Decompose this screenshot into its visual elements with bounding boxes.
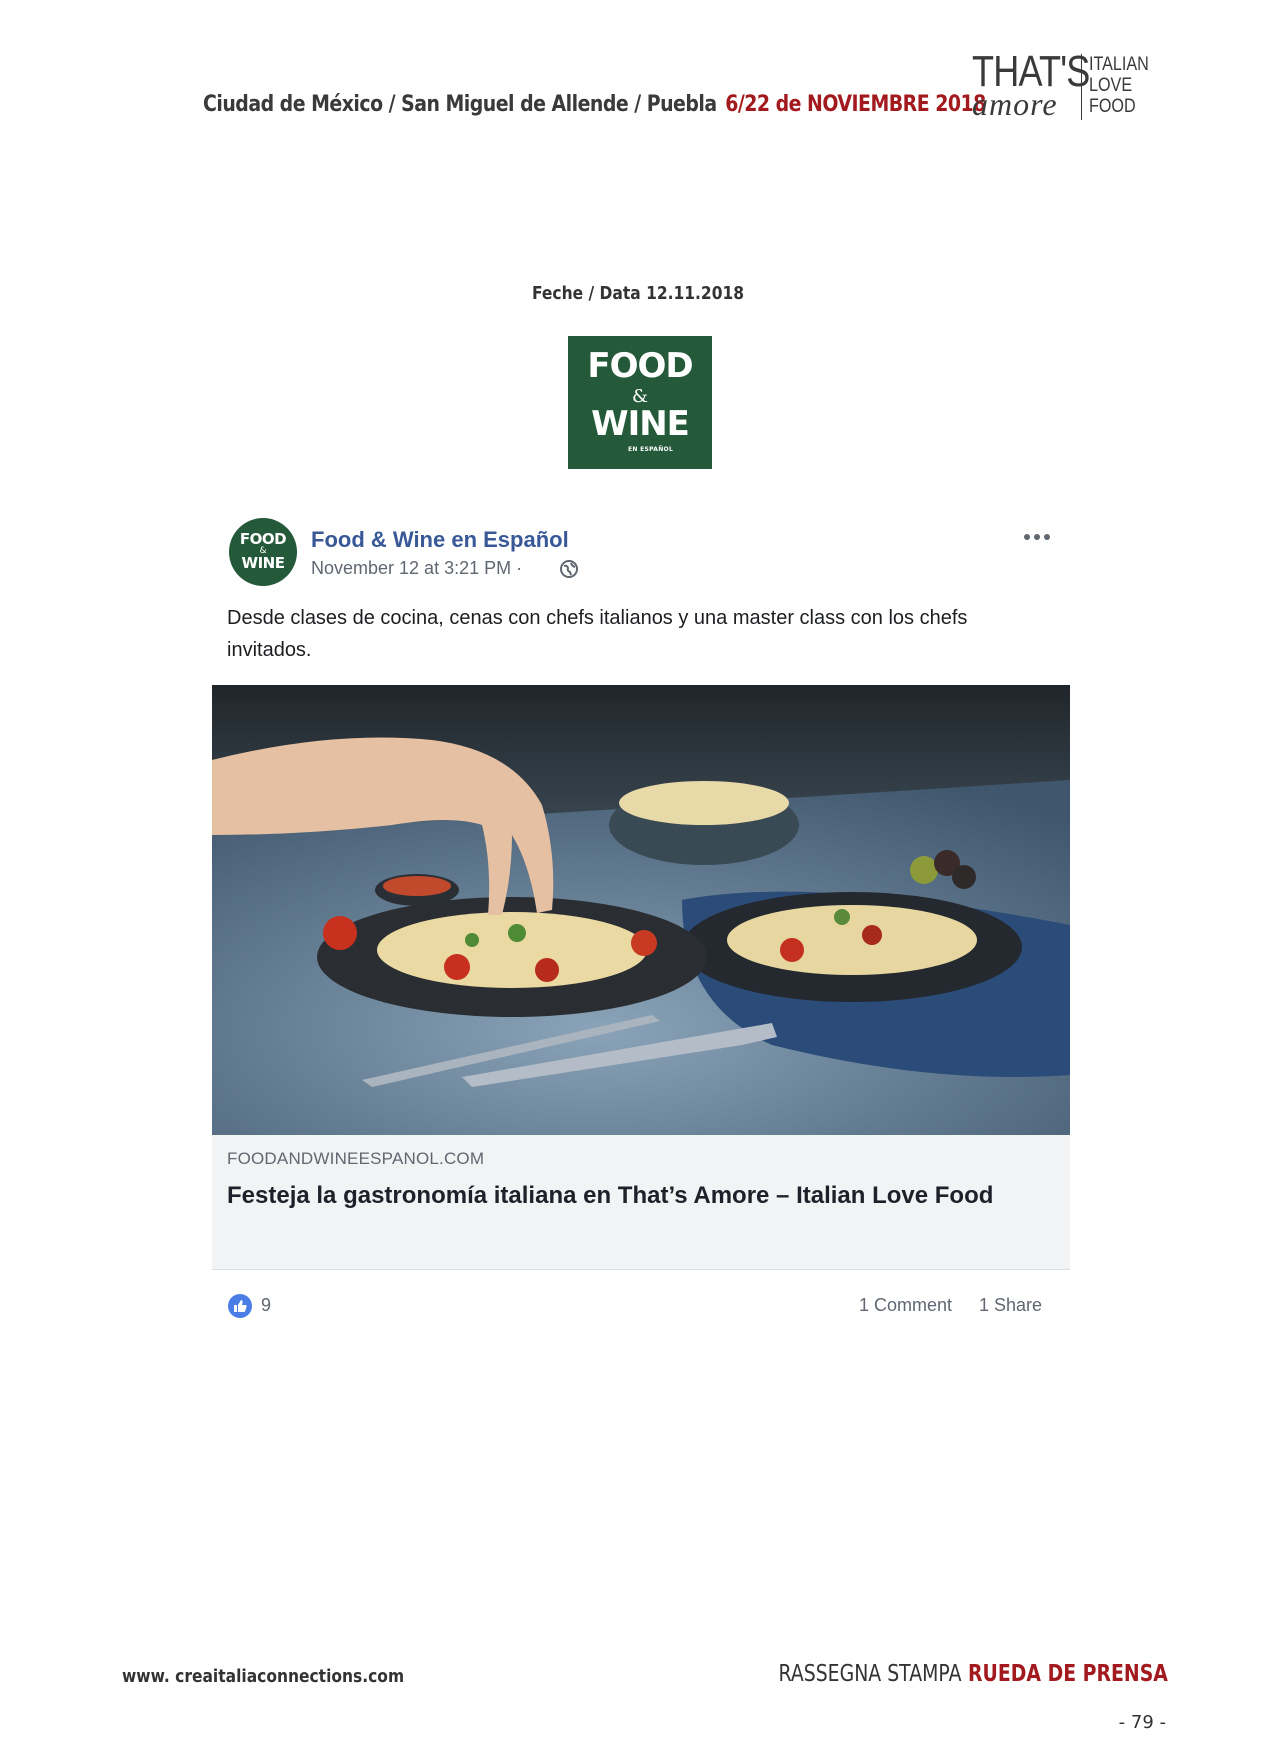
link-title: Festeja la gastronomía italiana en That’…: [227, 1182, 994, 1209]
pasta-photo[interactable]: [212, 685, 1070, 1135]
brand-amore: amore: [972, 86, 1058, 122]
brand-line-3: FOOD: [1089, 96, 1136, 117]
globe-icon: [560, 560, 578, 578]
brand-divider: [1081, 54, 1082, 120]
facebook-post: FOOD & WINE Food & Wine en Español Novem…: [212, 498, 1070, 1318]
more-options-icon[interactable]: [1022, 530, 1052, 544]
footer-rassegna: RASSEGNA STAMPA: [778, 1661, 962, 1687]
post-timestamp[interactable]: November 12 at 3:21 PM ·: [311, 558, 522, 579]
like-count[interactable]: 9: [261, 1295, 271, 1316]
thats-amore-logo: THAT'S amore ITALIAN LOVE FOOD: [972, 50, 1172, 125]
brand-tagline: ITALIAN LOVE FOOD: [1089, 54, 1149, 117]
post-text: Desde clases de cocina, cenas con chefs …: [227, 607, 968, 661]
header-cities: Ciudad de México / San Miguel de Allende…: [203, 92, 986, 117]
footer-rueda: RUEDA DE PRENSA: [968, 1661, 1168, 1687]
footer-section-label: RASSEGNA STAMPA RUEDA DE PRENSA: [779, 1661, 1168, 1687]
comment-count-link[interactable]: 1 Comment: [859, 1295, 952, 1316]
logo-wine: WINE: [591, 404, 690, 444]
logo-food: FOOD: [587, 346, 693, 386]
footer-website: www. creaitaliaconnections.com: [122, 1666, 405, 1687]
page-name-link[interactable]: Food & Wine en Español: [311, 527, 569, 553]
logo-en-espanol: EN ESPAÑOL: [628, 446, 674, 453]
share-count-link[interactable]: 1 Share: [979, 1295, 1042, 1316]
publication-date: Feche / Data 12.11.2018: [531, 283, 745, 304]
header-cities-text: Ciudad de México / San Miguel de Allende…: [203, 92, 717, 117]
food-wine-logo: FOOD & WINE EN ESPAÑOL: [568, 336, 712, 469]
link-preview[interactable]: FOODANDWINEESPANOL.COM Festeja la gastro…: [212, 1135, 1070, 1270]
brand-line-2: LOVE: [1089, 75, 1133, 96]
like-reaction-icon[interactable]: [227, 1293, 253, 1319]
link-domain: FOODANDWINEESPANOL.COM: [227, 1149, 485, 1168]
avatar-wine: WINE: [241, 554, 285, 572]
avatar[interactable]: FOOD & WINE: [229, 518, 297, 586]
brand-line-1: ITALIAN: [1089, 54, 1149, 75]
header-dates: 6/22 de NOVIEMBRE 2018: [725, 92, 986, 117]
page-number: - 79 -: [1118, 1712, 1166, 1733]
